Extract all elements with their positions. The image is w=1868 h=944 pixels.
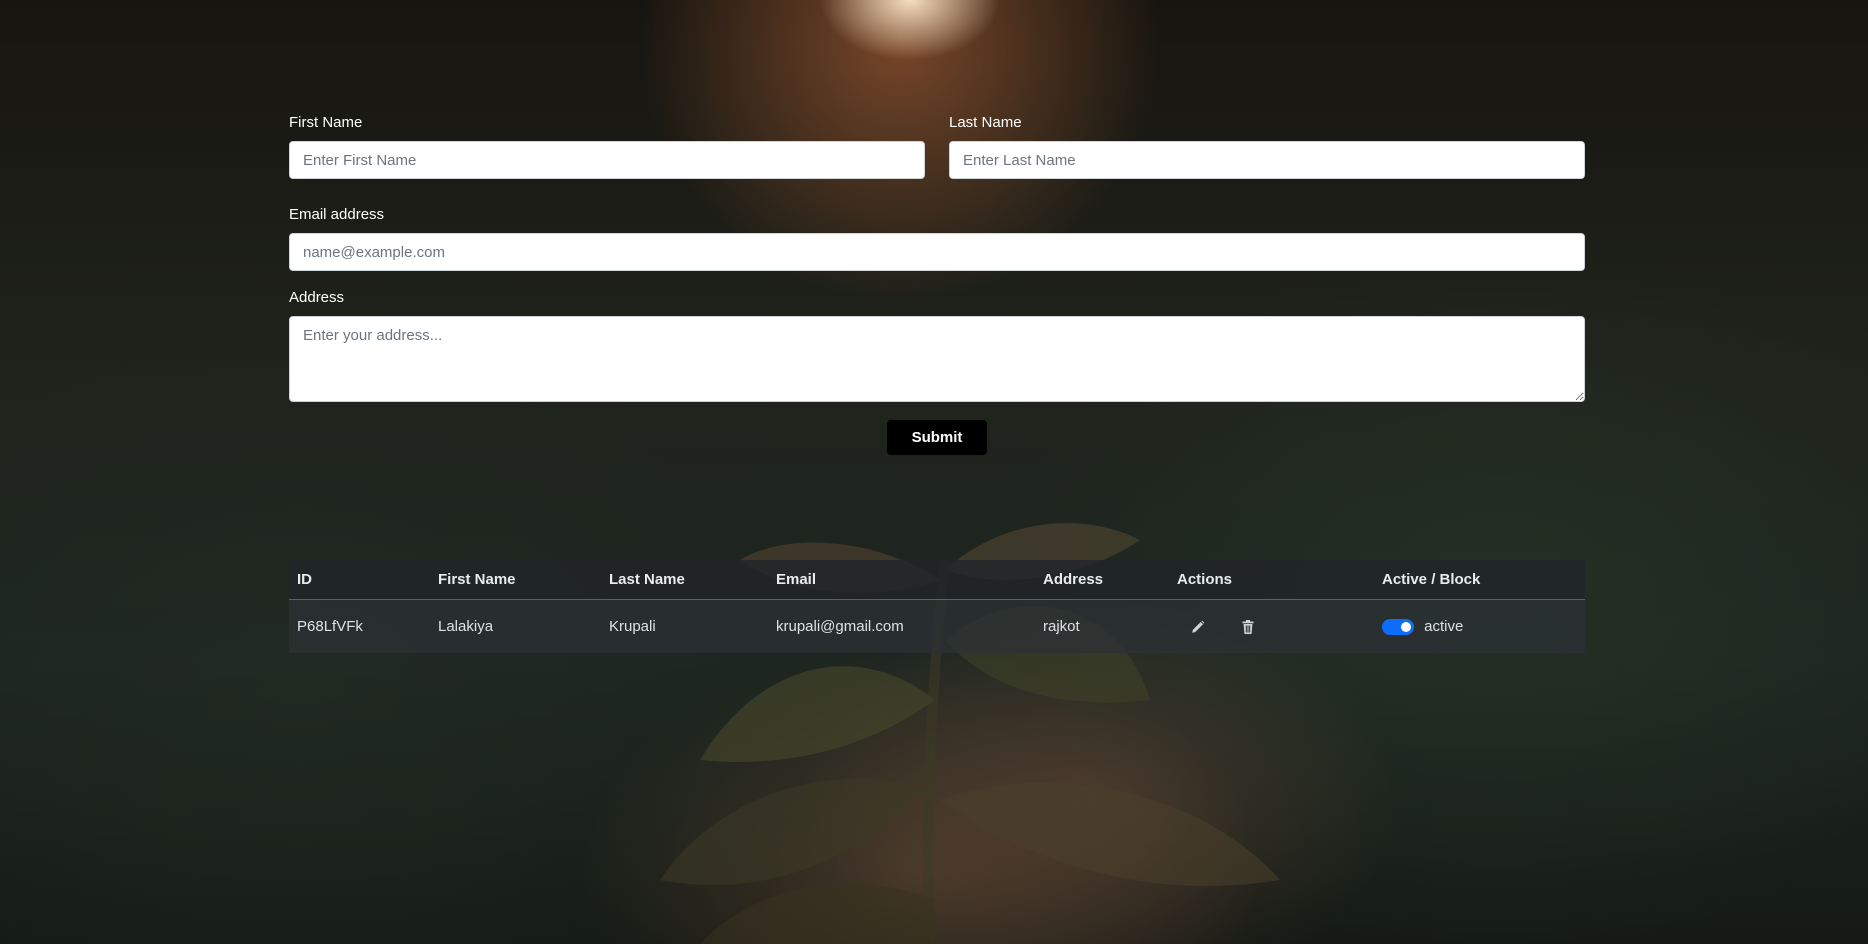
- header-first-name: First Name: [430, 560, 601, 600]
- table-header: ID First Name Last Name Email Address Ac…: [289, 560, 1585, 600]
- last-name-input[interactable]: [949, 141, 1585, 179]
- cell-actions: [1169, 600, 1374, 654]
- submit-button[interactable]: Submit: [887, 420, 987, 455]
- header-last-name: Last Name: [601, 560, 768, 600]
- table-row: P68LfVFk Lalakiya Krupali krupali@gmail.…: [289, 599, 1585, 654]
- submit-wrap: Submit: [289, 420, 1585, 455]
- email-label: Email address: [289, 206, 385, 223]
- cell-address: rajkot: [1043, 618, 1080, 635]
- first-name-input[interactable]: [289, 141, 925, 179]
- cell-email: krupali@gmail.com: [776, 618, 904, 635]
- cell-first-name: Lalakiya: [438, 618, 494, 635]
- pencil-icon: [1192, 620, 1205, 633]
- table-body: P68LfVFk Lalakiya Krupali krupali@gmail.…: [289, 599, 1585, 654]
- last-name-group: Last Name: [949, 114, 1585, 179]
- header-address: Address: [1035, 560, 1169, 600]
- header-id: ID: [289, 560, 430, 600]
- header-email: Email: [768, 560, 1035, 600]
- first-name-label: First Name: [289, 114, 363, 131]
- cell-id: P68LfVFk: [297, 618, 363, 635]
- delete-button[interactable]: [1233, 612, 1263, 642]
- address-textarea[interactable]: [289, 316, 1585, 402]
- email-input[interactable]: [289, 233, 1585, 271]
- toggle-knob: [1401, 621, 1411, 632]
- first-name-group: First Name: [289, 114, 925, 179]
- trash-icon: [1242, 619, 1254, 634]
- users-table-wrap: ID First Name Last Name Email Address Ac…: [289, 560, 1585, 653]
- email-group: Email address: [289, 206, 1585, 271]
- status-label: active: [1424, 618, 1464, 636]
- cell-last-name: Krupali: [609, 618, 656, 635]
- table-header-row: ID First Name Last Name Email Address Ac…: [289, 560, 1585, 600]
- address-group: Address: [289, 289, 1585, 407]
- cell-status: active: [1374, 600, 1585, 654]
- user-form: First Name Last Name Email address Addre…: [289, 114, 1585, 455]
- edit-button[interactable]: [1183, 612, 1213, 642]
- address-label: Address: [289, 289, 345, 306]
- active-toggle[interactable]: [1382, 618, 1414, 635]
- header-actions: Actions: [1169, 560, 1374, 600]
- last-name-label: Last Name: [949, 114, 1022, 131]
- header-status: Active / Block: [1374, 560, 1585, 600]
- name-row: First Name Last Name: [289, 114, 1585, 179]
- users-table: ID First Name Last Name Email Address Ac…: [289, 560, 1585, 653]
